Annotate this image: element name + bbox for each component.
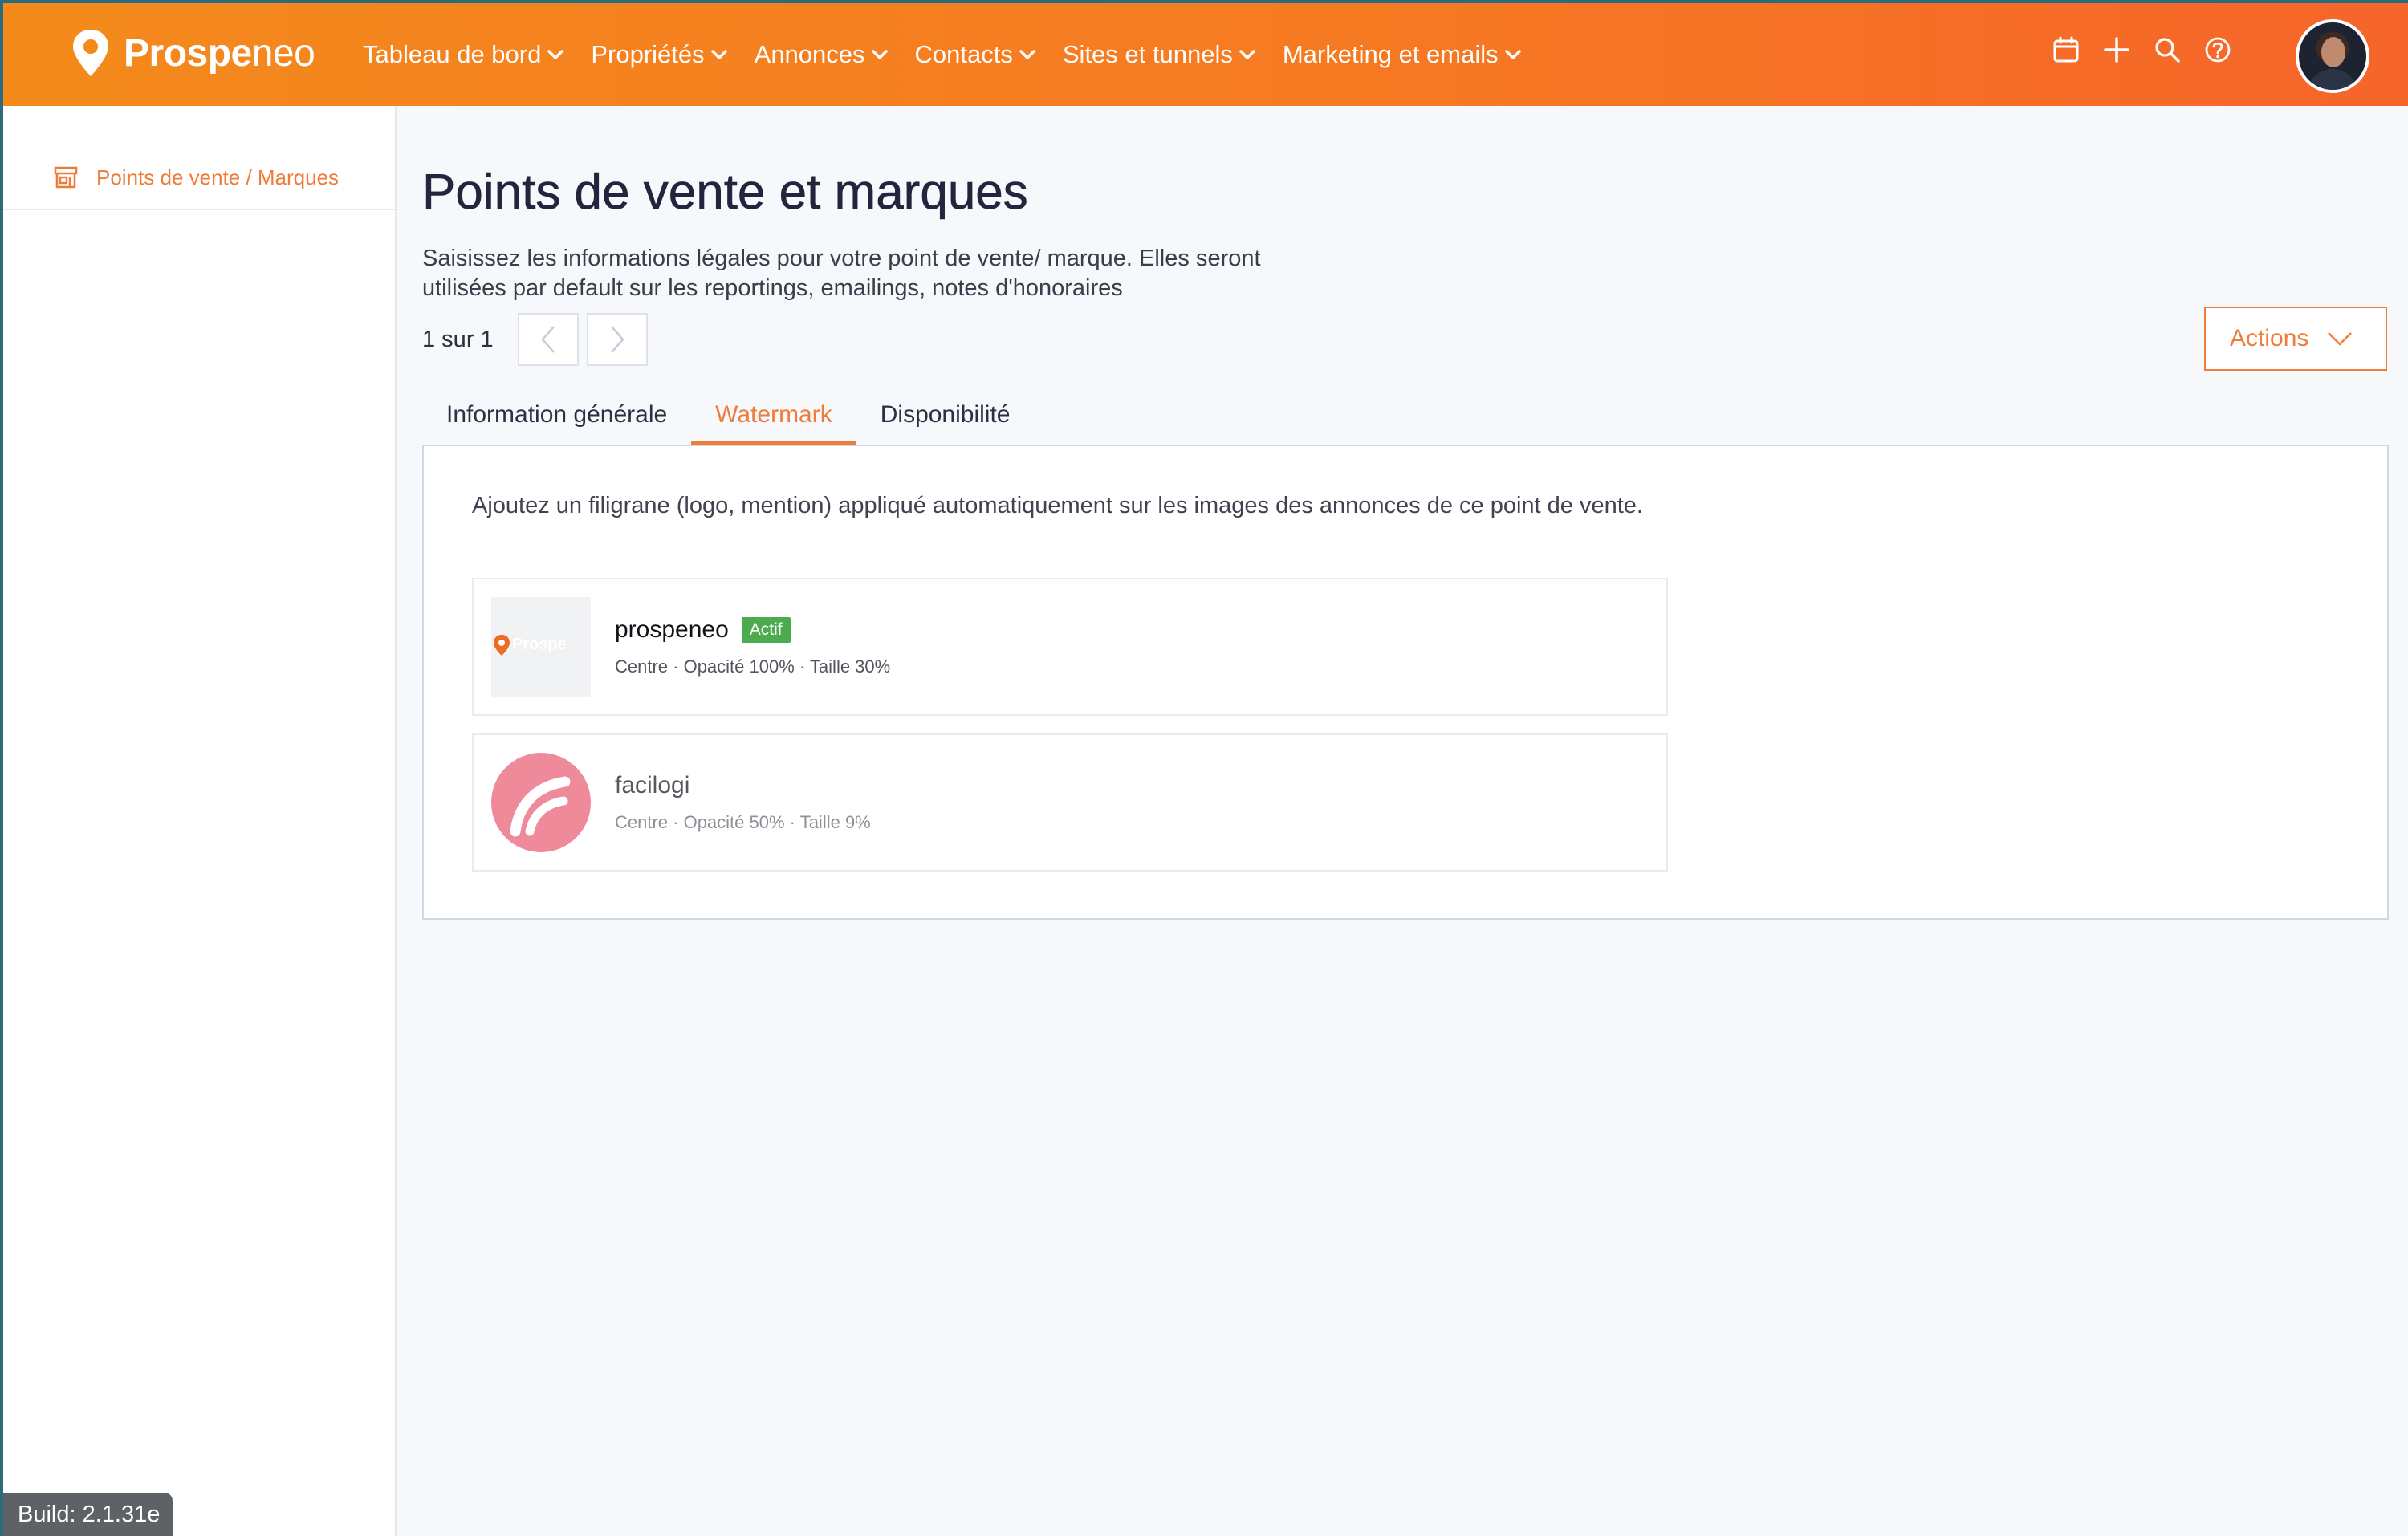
nav-contacts[interactable]: Contacts [915, 40, 1037, 69]
pagination: 1 sur 1 [422, 313, 656, 366]
chevron-down-icon [1504, 50, 1521, 59]
search-icon [2155, 38, 2180, 63]
watermark-description: Ajoutez un filigrane (logo, mention) app… [472, 493, 1643, 518]
chevron-down-icon [1019, 50, 1035, 59]
nav-marketing-et-emails[interactable]: Marketing et emails [1283, 40, 1523, 69]
watermark-name-row: prospeneo Actif [615, 616, 791, 644]
sidebar: Points de vente / Marques [3, 106, 397, 1536]
sidebar-item-label: Points de vente / Marques [96, 165, 340, 189]
avatar[interactable] [2296, 19, 2369, 93]
nav-label: Sites et tunnels [1062, 40, 1233, 68]
tab-watermark[interactable]: Watermark [691, 388, 856, 445]
location-pin-icon [494, 635, 510, 656]
next-page-button[interactable] [586, 313, 648, 366]
page-description: Saisissez les informations légales pour … [422, 246, 1261, 301]
watermark-name: prospeneo [615, 616, 729, 643]
pagination-label: 1 sur 1 [422, 326, 494, 352]
location-pin-logo-icon [73, 30, 108, 76]
nav-label: Marketing et emails [1282, 40, 1499, 68]
main-menu: Tableau de bord Propriétés Annonces Cont… [363, 3, 1548, 106]
tab-disponibilite[interactable]: Disponibilité [856, 388, 1035, 445]
page-title: Points de vente et marques [422, 165, 1028, 221]
brand-logo[interactable]: Prospeneo [71, 27, 315, 79]
thumbnail-logo-text: Prospe [512, 636, 567, 653]
brand-name: Prospeneo [124, 31, 315, 75]
help-button[interactable] [2202, 34, 2234, 66]
watermark-panel: Ajoutez un filigrane (logo, mention) app… [422, 445, 2389, 920]
nav-label: Tableau de bord [363, 40, 542, 68]
tab-information-generale[interactable]: Information générale [422, 388, 691, 445]
chevron-down-icon [2328, 332, 2353, 346]
chevron-down-icon [547, 50, 564, 59]
nav-label: Contacts [914, 40, 1013, 68]
avatar-shirt [2307, 69, 2358, 90]
nav-tableau-de-bord[interactable]: Tableau de bord [363, 40, 565, 69]
plus-icon [2104, 37, 2129, 63]
status-badge: Actif [741, 617, 791, 643]
watermark-settings: Centre · Opacité 50% · Taille 9% [615, 812, 871, 832]
watermark-item-facilogi[interactable]: facilogi Centre · Opacité 50% · Taille 9… [472, 733, 1668, 872]
chevron-down-icon [1239, 50, 1255, 59]
calendar-button[interactable] [2050, 34, 2082, 66]
nav-annonces[interactable]: Annonces [755, 40, 889, 69]
nav-label: Propriétés [591, 40, 705, 68]
chevron-down-icon [871, 50, 888, 59]
facilogi-logo-icon [491, 753, 591, 852]
chevron-down-icon [710, 50, 727, 59]
nav-label: Annonces [754, 40, 865, 68]
calendar-icon [2053, 36, 2079, 63]
watermark-name-row: facilogi [615, 772, 689, 799]
nav-proprietes[interactable]: Propriétés [591, 40, 728, 69]
toolbar-icons [2050, 34, 2252, 66]
watermark-thumbnail: Prospe [491, 597, 591, 697]
actions-label: Actions [2230, 325, 2309, 351]
watermark-settings: Centre · Opacité 100% · Taille 30% [615, 656, 891, 677]
tab-bar: Information générale Watermark Disponibi… [422, 388, 1034, 445]
add-button[interactable] [2101, 34, 2133, 66]
top-navigation-bar: Prospeneo Tableau de bord Propriétés Ann… [3, 3, 2408, 106]
watermark-item-prospeneo[interactable]: Prospe prospeneo Actif Centre · Opacité … [472, 578, 1668, 716]
nav-sites-et-tunnels[interactable]: Sites et tunnels [1063, 40, 1257, 69]
actions-dropdown-button[interactable]: Actions [2204, 307, 2387, 371]
chevron-left-icon [541, 326, 555, 353]
chevron-right-icon [610, 326, 624, 353]
previous-page-button[interactable] [517, 313, 579, 366]
sidebar-item-points-de-vente[interactable]: Points de vente / Marques [3, 146, 395, 210]
store-icon [54, 166, 78, 189]
search-button[interactable] [2151, 34, 2183, 66]
watermark-name: facilogi [615, 772, 690, 798]
avatar-face [2321, 37, 2345, 67]
help-icon [2205, 37, 2231, 63]
build-version-badge: Build: 2.1.31e [3, 1493, 173, 1536]
app-window: Prospeneo Tableau de bord Propriétés Ann… [3, 3, 2408, 1536]
